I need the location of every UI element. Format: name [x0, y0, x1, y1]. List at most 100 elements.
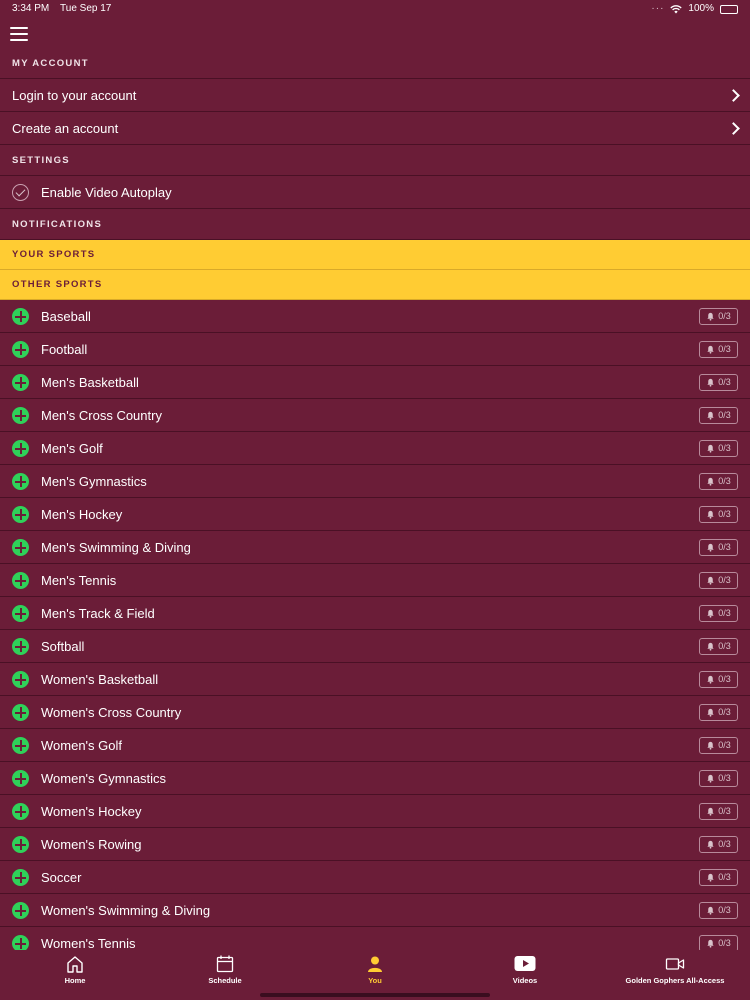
sport-row[interactable]: Men's Basketball 0/3 [0, 366, 750, 399]
notification-count-button[interactable]: 0/3 [699, 704, 738, 721]
bell-icon [707, 774, 714, 783]
add-circle-icon[interactable] [12, 539, 29, 556]
notification-count-button[interactable]: 0/3 [699, 770, 738, 787]
add-circle-icon[interactable] [12, 308, 29, 325]
sport-row[interactable]: Men's Track & Field 0/3 [0, 597, 750, 630]
sport-name: Men's Hockey [41, 507, 123, 522]
add-circle-icon[interactable] [12, 605, 29, 622]
notification-count: 0/3 [718, 839, 731, 849]
notification-count-button[interactable]: 0/3 [699, 407, 738, 424]
bell-icon [707, 510, 714, 519]
add-circle-icon[interactable] [12, 506, 29, 523]
add-circle-icon[interactable] [12, 836, 29, 853]
sport-row[interactable]: Men's Tennis 0/3 [0, 564, 750, 597]
bell-icon [707, 378, 714, 387]
bell-icon [707, 906, 714, 915]
sport-name: Softball [41, 639, 85, 654]
home-indicator[interactable] [260, 993, 490, 997]
sport-name: Men's Cross Country [41, 408, 162, 423]
add-circle-icon[interactable] [12, 374, 29, 391]
bell-icon [707, 642, 714, 651]
notification-count-button[interactable]: 0/3 [699, 869, 738, 886]
add-circle-icon[interactable] [12, 473, 29, 490]
notification-count: 0/3 [718, 476, 731, 486]
sport-name: Women's Swimming & Diving [41, 903, 211, 918]
notification-count-button[interactable]: 0/3 [699, 737, 738, 754]
notification-count-button[interactable]: 0/3 [699, 803, 738, 820]
create-account-row[interactable]: Create an account [0, 112, 750, 145]
sport-row[interactable]: Women's Rowing 0/3 [0, 828, 750, 861]
sport-row[interactable]: Soccer 0/3 [0, 861, 750, 894]
person-icon [368, 956, 382, 972]
bell-icon [707, 477, 714, 486]
add-circle-icon[interactable] [12, 407, 29, 424]
sport-row[interactable]: Men's Golf 0/3 [0, 432, 750, 465]
notification-count: 0/3 [718, 872, 731, 882]
add-circle-icon[interactable] [12, 440, 29, 457]
sport-row[interactable]: Women's Cross Country 0/3 [0, 696, 750, 729]
sport-row[interactable]: Women's Gymnastics 0/3 [0, 762, 750, 795]
wifi-icon [670, 4, 683, 13]
sport-name: Women's Gymnastics [41, 771, 167, 786]
bell-icon [707, 840, 714, 849]
notification-count-button[interactable]: 0/3 [699, 341, 738, 358]
sport-row[interactable]: Men's Gymnastics 0/3 [0, 465, 750, 498]
notification-count-button[interactable]: 0/3 [699, 539, 738, 556]
notification-count-button[interactable]: 0/3 [699, 572, 738, 589]
tab-all-access[interactable]: Golden Gophers All-Access [600, 950, 750, 1000]
chevron-right-icon [727, 89, 740, 102]
notification-count-button[interactable]: 0/3 [699, 605, 738, 622]
add-circle-icon[interactable] [12, 803, 29, 820]
sport-name: Men's Basketball [41, 375, 139, 390]
sport-row[interactable]: Women's Golf 0/3 [0, 729, 750, 762]
notification-count: 0/3 [718, 740, 731, 750]
notification-count-button[interactable]: 0/3 [699, 836, 738, 853]
sport-name: Baseball [41, 309, 91, 324]
sport-row[interactable]: Men's Hockey 0/3 [0, 498, 750, 531]
checkmark-circle-icon[interactable] [12, 184, 29, 201]
notification-count-button[interactable]: 0/3 [699, 308, 738, 325]
notification-count-button[interactable]: 0/3 [699, 374, 738, 391]
notification-count: 0/3 [718, 905, 731, 915]
tab-home[interactable]: Home [0, 950, 150, 1000]
add-circle-icon[interactable] [12, 572, 29, 589]
video-autoplay-toggle[interactable]: Enable Video Autoplay [0, 176, 750, 209]
add-circle-icon[interactable] [12, 638, 29, 655]
sport-row[interactable]: Men's Cross Country 0/3 [0, 399, 750, 432]
notification-count: 0/3 [718, 311, 731, 321]
battery-icon [720, 4, 738, 14]
bell-icon [707, 807, 714, 816]
notification-count: 0/3 [718, 377, 731, 387]
status-time: 3:34 PM [12, 3, 50, 14]
add-circle-icon[interactable] [12, 341, 29, 358]
bell-icon [707, 939, 714, 948]
add-circle-icon[interactable] [12, 704, 29, 721]
sport-name: Women's Cross Country [41, 705, 182, 720]
notification-count-button[interactable]: 0/3 [699, 902, 738, 919]
sport-row[interactable]: Women's Swimming & Diving 0/3 [0, 894, 750, 927]
add-circle-icon[interactable] [12, 902, 29, 919]
bell-icon [707, 675, 714, 684]
sport-row[interactable]: Softball 0/3 [0, 630, 750, 663]
sport-row[interactable]: Football 0/3 [0, 333, 750, 366]
notification-count-button[interactable]: 0/3 [699, 473, 738, 490]
sport-row[interactable]: Baseball 0/3 [0, 300, 750, 333]
sport-row[interactable]: Women's Basketball 0/3 [0, 663, 750, 696]
notification-count-button[interactable]: 0/3 [699, 506, 738, 523]
notification-count-button[interactable]: 0/3 [699, 671, 738, 688]
sport-row[interactable]: Women's Hockey 0/3 [0, 795, 750, 828]
hamburger-menu-icon[interactable] [10, 27, 28, 41]
notification-count-button[interactable]: 0/3 [699, 440, 738, 457]
add-circle-icon[interactable] [12, 770, 29, 787]
add-circle-icon[interactable] [12, 869, 29, 886]
sport-name: Women's Golf [41, 738, 122, 753]
notification-count-button[interactable]: 0/3 [699, 638, 738, 655]
login-row[interactable]: Login to your account [0, 79, 750, 112]
add-circle-icon[interactable] [12, 671, 29, 688]
sport-row[interactable]: Men's Swimming & Diving 0/3 [0, 531, 750, 564]
add-circle-icon[interactable] [12, 737, 29, 754]
play-icon [514, 956, 536, 971]
tab-you-label: You [368, 976, 382, 985]
sport-name: Men's Track & Field [41, 606, 155, 621]
status-date: Tue Sep 17 [60, 3, 112, 14]
